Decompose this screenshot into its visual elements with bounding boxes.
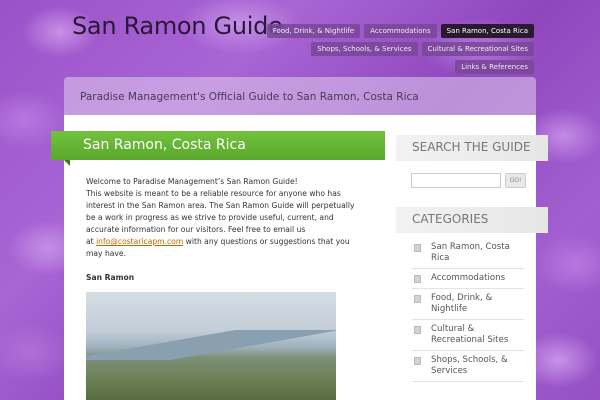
intro-body: This website is meant to be a reliable r…: [86, 189, 355, 234]
page-icon: [414, 326, 421, 334]
category-label[interactable]: Cultural & Recreational Sites: [431, 324, 524, 346]
san-ramon-photo: [86, 292, 336, 400]
nav-item-san-ramon[interactable]: San Ramon, Costa Rica: [440, 24, 534, 38]
nav-item-links[interactable]: Links & References: [455, 60, 534, 74]
category-label[interactable]: Food, Drink, & Nightlife: [431, 293, 524, 315]
main-navigation: Food, Drink, & Nightlife Accommodations …: [266, 24, 534, 78]
nav-item-accommodations[interactable]: Accommodations: [364, 24, 437, 38]
mountain-shape: [86, 330, 336, 360]
category-item[interactable]: Food, Drink, & Nightlife: [412, 289, 524, 320]
search-button[interactable]: GO!: [505, 173, 526, 188]
post-content: Welcome to Paradise Management’s San Ram…: [86, 176, 358, 296]
intro-at: at: [86, 237, 94, 246]
page-icon: [414, 244, 421, 252]
categories-list: San Ramon, Costa Rica Accommodations Foo…: [412, 238, 524, 382]
nav-row-2: Shops, Schools, & Services Cultural & Re…: [284, 42, 534, 56]
category-item[interactable]: Shops, Schools, & Services: [412, 351, 524, 382]
category-item[interactable]: Cultural & Recreational Sites: [412, 320, 524, 351]
nav-item-shops[interactable]: Shops, Schools, & Services: [311, 42, 418, 56]
email-link[interactable]: info@costaricapm.com: [96, 237, 183, 246]
tagline-bar: Paradise Management's Official Guide to …: [64, 77, 536, 115]
site-title[interactable]: San Ramon Guide: [72, 12, 283, 40]
section-heading: San Ramon: [86, 273, 135, 282]
search-input[interactable]: [411, 173, 501, 188]
categories-widget-header: CATEGORIES: [396, 207, 548, 233]
category-label[interactable]: San Ramon, Costa Rica: [431, 242, 524, 264]
nav-item-food[interactable]: Food, Drink, & Nightlife: [266, 24, 361, 38]
category-label[interactable]: Accommodations: [431, 273, 505, 284]
post-title[interactable]: San Ramon, Costa Rica: [83, 137, 246, 153]
search-widget-header: SEARCH THE GUIDE: [396, 135, 548, 161]
nav-row-3: Links & References: [284, 60, 534, 74]
site-tagline: Paradise Management's Official Guide to …: [80, 91, 419, 103]
nav-item-cultural[interactable]: Cultural & Recreational Sites: [421, 42, 534, 56]
page-icon: [414, 357, 421, 365]
intro-line: Welcome to Paradise Management’s San Ram…: [86, 177, 298, 186]
category-item[interactable]: Accommodations: [412, 269, 524, 289]
categories-widget-title: CATEGORIES: [412, 212, 489, 226]
search-widget-title: SEARCH THE GUIDE: [412, 140, 531, 154]
post-title-band: San Ramon, Costa Rica: [51, 131, 385, 166]
page-icon: [414, 295, 421, 303]
post-intro: Welcome to Paradise Management’s San Ram…: [86, 176, 358, 260]
category-item[interactable]: San Ramon, Costa Rica: [412, 238, 524, 269]
page-icon: [414, 275, 421, 283]
category-label[interactable]: Shops, Schools, & Services: [431, 355, 524, 377]
nav-row-1: Food, Drink, & Nightlife Accommodations …: [266, 24, 534, 38]
